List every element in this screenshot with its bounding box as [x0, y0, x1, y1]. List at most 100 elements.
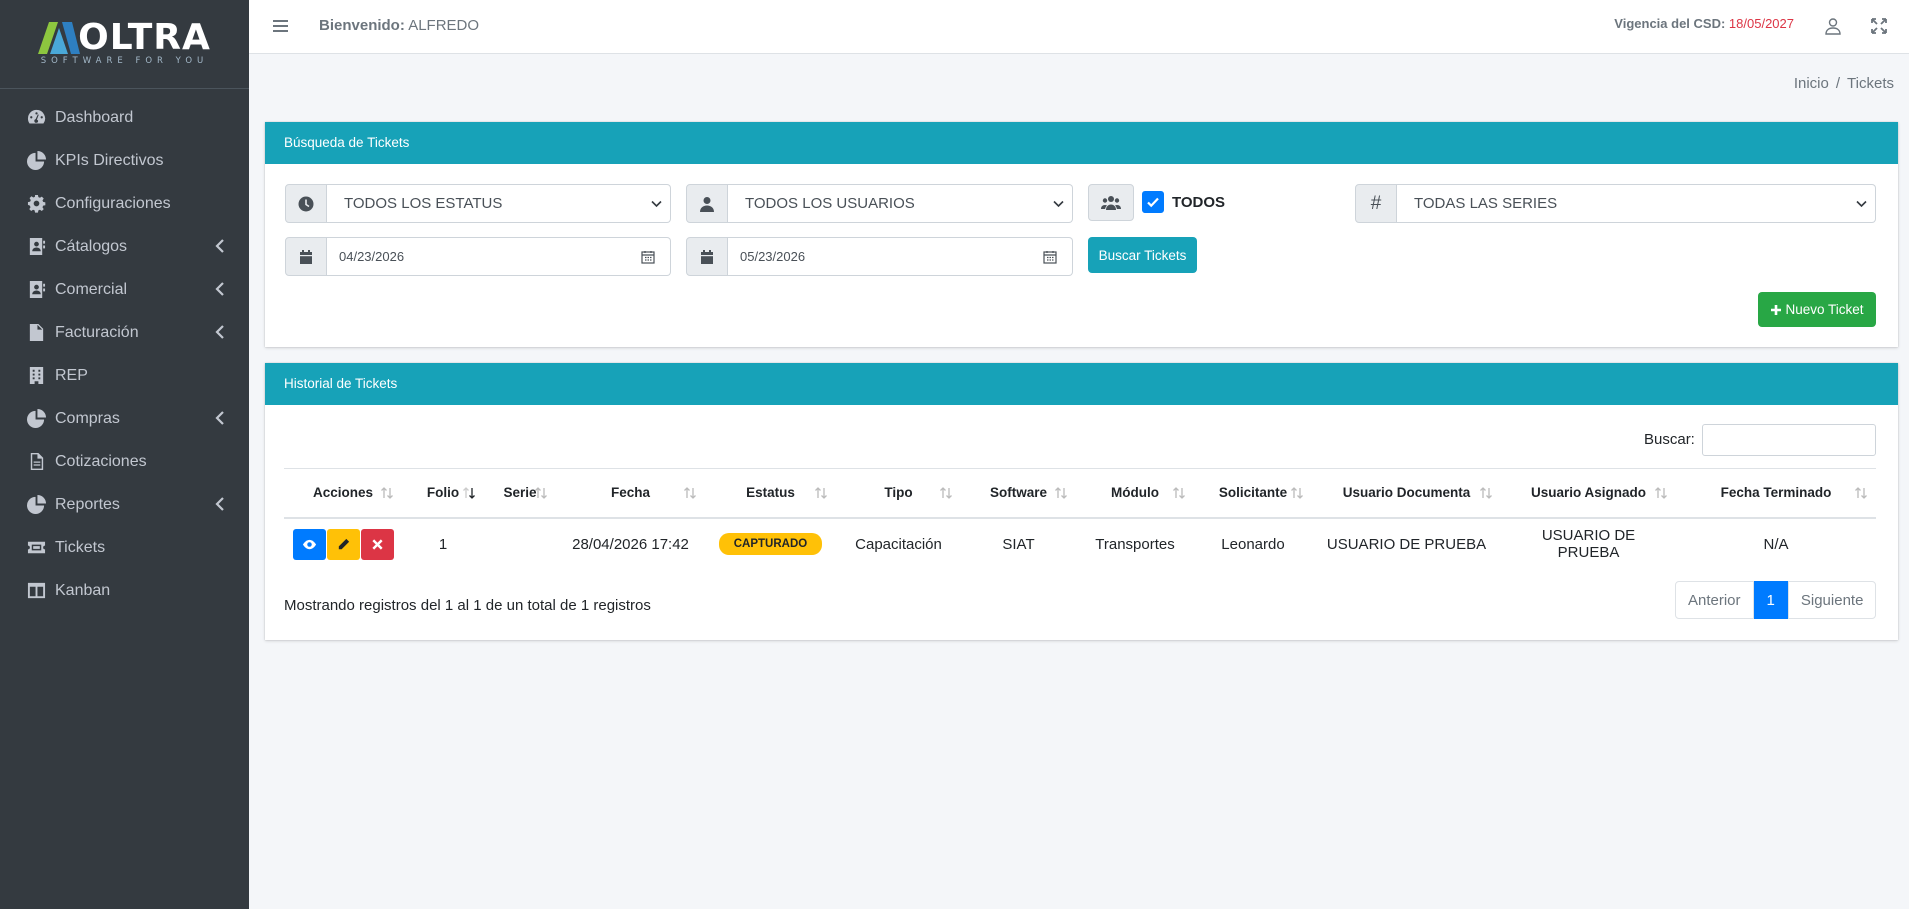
sidebar-item-reportes[interactable]: Reportes [0, 483, 249, 526]
fecha-terminado-cell: N/A [1763, 535, 1789, 553]
sort-icon [1655, 487, 1667, 499]
sort-icon [684, 487, 696, 499]
pagination-next[interactable]: Siguiente [1787, 581, 1877, 619]
search-tickets-button[interactable]: Buscar Tickets [1088, 237, 1197, 273]
chevron-down-icon [1053, 200, 1064, 208]
users-filter: TODOS LOS USUARIOS [686, 184, 1073, 223]
date-to-input[interactable]: 05/23/2026 [728, 237, 1073, 276]
sidebar-item-rep[interactable]: REP [0, 354, 249, 397]
user-icon[interactable] [1823, 15, 1843, 37]
todos-checkbox-group: TODOS [1142, 191, 1225, 213]
column-header[interactable]: Software [961, 468, 1076, 519]
sidebar-item-catalogos[interactable]: Cátalogos [0, 225, 249, 268]
brand-name: OLTRA [78, 17, 211, 58]
column-header-label: Fecha [610, 485, 651, 501]
actions-cell [284, 518, 402, 570]
sidebar-item-comercial[interactable]: Comercial [0, 268, 249, 311]
series-select-value: TODAS LAS SERIES [1414, 195, 1558, 212]
sidebar-item-kpis[interactable]: KPIs Directivos [0, 139, 249, 182]
chevron-left-icon [215, 411, 225, 425]
calendar-icon [285, 237, 327, 276]
csd-validity: Vigencia del CSD: 18/05/2027 [1614, 16, 1794, 31]
series-select[interactable]: TODAS LAS SERIES [1397, 184, 1876, 223]
todos-checkbox[interactable] [1142, 191, 1164, 213]
sort-icon [940, 487, 952, 499]
sidebar-item-kanban[interactable]: Kanban [0, 569, 249, 612]
software-cell: SIAT [1002, 535, 1035, 553]
sidebar-item-configuraciones[interactable]: Configuraciones [0, 182, 249, 225]
sidebar-item-label: Reportes [55, 495, 120, 513]
column-header[interactable]: Fecha [556, 468, 705, 519]
sidebar-item-dashboard[interactable]: Dashboard [0, 96, 249, 139]
pie-chart-icon [25, 151, 47, 171]
calendar-picker-icon[interactable] [641, 250, 655, 264]
sidebar-item-label: Dashboard [55, 108, 134, 126]
column-header-label: Solicitante [1218, 485, 1288, 501]
pie-chart-icon [25, 409, 47, 429]
users-select-value: TODOS LOS USUARIOS [745, 195, 915, 212]
estatus-cell: CAPTURADO [705, 518, 836, 570]
breadcrumb-home[interactable]: Inicio [1794, 75, 1829, 92]
breadcrumb: Inicio / Tickets [1794, 75, 1894, 92]
column-header[interactable]: Usuario Asignado [1501, 468, 1676, 519]
address-book-icon [25, 280, 47, 300]
new-ticket-button[interactable]: Nuevo Ticket [1758, 292, 1876, 327]
fullscreen-icon[interactable] [1869, 15, 1889, 37]
column-header[interactable]: Acciones [284, 468, 402, 519]
column-header[interactable]: Módulo [1076, 468, 1194, 519]
sidebar-item-label: KPIs Directivos [55, 151, 164, 169]
sidebar-item-tickets[interactable]: Tickets [0, 526, 249, 569]
table-row: 1 28/04/2026 17:42 CAPTURADO Capacitació… [284, 518, 1876, 570]
pagination-prev[interactable]: Anterior [1675, 581, 1754, 619]
chevron-down-icon [651, 200, 662, 208]
column-header-label: Estatus [746, 485, 795, 501]
new-ticket-label: Nuevo Ticket [1785, 302, 1864, 317]
close-icon [371, 538, 383, 550]
calendar-picker-icon[interactable] [1043, 250, 1057, 264]
pagination: Anterior 1 Siguiente [1675, 581, 1877, 619]
column-header[interactable]: Fecha Terminado [1676, 468, 1876, 519]
date-from-input[interactable]: 04/23/2026 [327, 237, 671, 276]
usuario-documenta-cell: USUARIO DE PRUEBA [1326, 535, 1487, 553]
column-header[interactable]: Estatus [705, 468, 836, 519]
table-search-label: Buscar: [1644, 431, 1695, 448]
brand[interactable]: OLTRA SOFTWARE FOR YOU [0, 0, 249, 89]
column-header[interactable]: Folio [402, 468, 484, 519]
table-search-input[interactable] [1702, 424, 1876, 456]
column-header[interactable]: Solicitante [1194, 468, 1312, 519]
search-card: Búsqueda de Tickets [265, 122, 1898, 347]
sidebar-item-cotizaciones[interactable]: Cotizaciones [0, 440, 249, 483]
column-header-label: Usuario Asignado [1530, 485, 1646, 501]
sidebar-item-label: Cátalogos [55, 237, 128, 255]
welcome-user: ALFREDO [408, 17, 480, 34]
columns-icon [25, 581, 47, 601]
edit-button[interactable] [326, 528, 360, 560]
pagination-page[interactable]: 1 [1753, 581, 1788, 619]
history-card-title: Historial de Tickets [265, 363, 1898, 405]
hamburger-menu-icon[interactable] [273, 16, 289, 36]
hash-icon: # [1355, 184, 1397, 223]
view-button[interactable] [292, 528, 326, 560]
user-icon [686, 184, 728, 223]
serie-cell [484, 518, 556, 570]
breadcrumb-current: Tickets [1847, 75, 1894, 92]
users-group-icon [1088, 184, 1134, 221]
status-filter: TODOS LOS ESTATUS [285, 184, 671, 223]
sidebar-item-facturacion[interactable]: Facturación [0, 311, 249, 354]
search-card-title: Búsqueda de Tickets [265, 122, 1898, 164]
chevron-left-icon [215, 497, 225, 511]
status-select[interactable]: TODOS LOS ESTATUS [327, 184, 671, 223]
column-header[interactable]: Usuario Documenta [1312, 468, 1501, 519]
column-header[interactable]: Serie [484, 468, 556, 519]
status-select-value: TODOS LOS ESTATUS [344, 195, 503, 212]
users-select[interactable]: TODOS LOS USUARIOS [728, 184, 1073, 223]
sort-icon [1173, 487, 1185, 499]
tipo-cell: Capacitación [855, 535, 942, 553]
delete-button[interactable] [360, 528, 394, 560]
column-header[interactable]: Tipo [836, 468, 961, 519]
sort-icon [1480, 487, 1492, 499]
ticket-icon [25, 538, 47, 558]
fecha-cell: 28/04/2026 17:42 [572, 535, 689, 553]
sort-icon [1291, 487, 1303, 499]
sidebar-item-compras[interactable]: Compras [0, 397, 249, 440]
